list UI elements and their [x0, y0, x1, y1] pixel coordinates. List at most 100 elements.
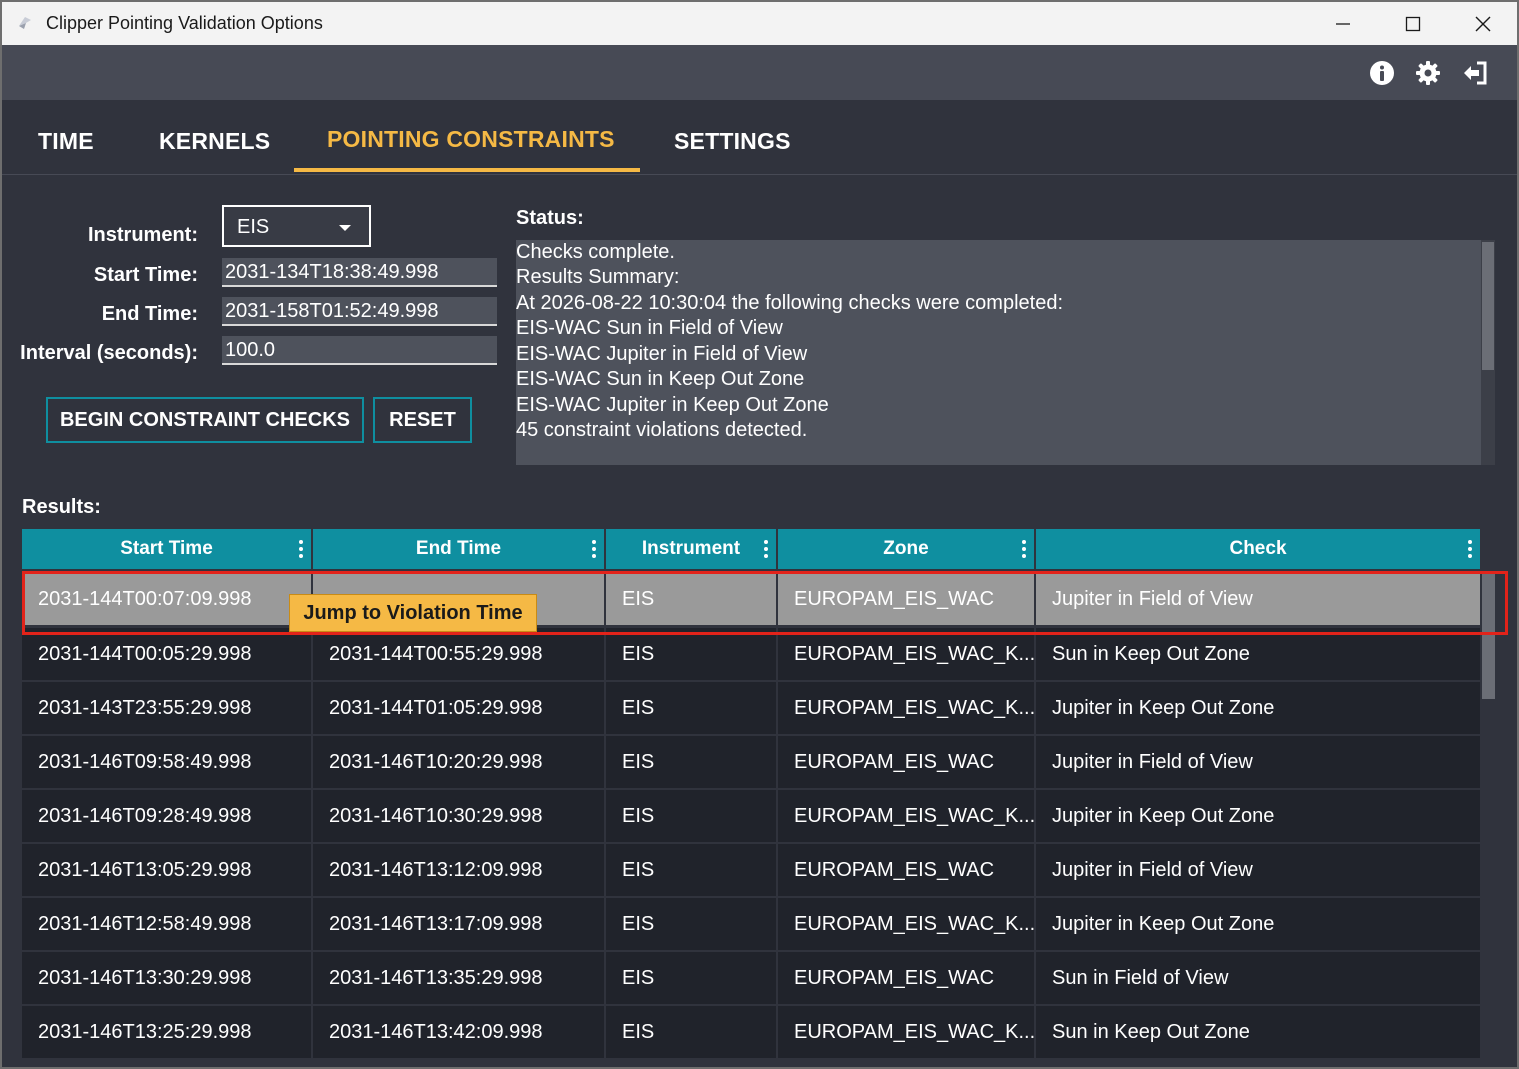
logout-button[interactable] [1461, 59, 1489, 87]
table-row[interactable]: 2031-146T13:30:29.998 2031-146T13:35:29.… [22, 952, 1480, 1004]
cell-zone[interactable]: EUROPAM_EIS_WAC_K... [778, 790, 1036, 842]
cell-zone[interactable]: EUROPAM_EIS_WAC_K... [778, 628, 1036, 680]
status-textarea[interactable]: Checks complete. Results Summary: At 202… [516, 240, 1495, 465]
cell-start-time[interactable]: 2031-146T12:58:49.998 [22, 898, 313, 950]
instrument-label: Instrument: [88, 224, 198, 246]
table-header: Start Time End Time Instrument Zone Chec… [22, 529, 1480, 569]
tab-settings[interactable]: SETTINGS [674, 128, 791, 155]
column-header-label: Zone [883, 538, 929, 559]
cell-instrument[interactable]: EIS [606, 898, 778, 950]
cell-end-time[interactable]: 2031-144T00:55:29.998 [313, 628, 606, 680]
cell-check[interactable]: Jupiter in Keep Out Zone [1036, 898, 1480, 950]
minimize-icon [1336, 22, 1350, 25]
column-menu-icon[interactable] [1022, 540, 1026, 558]
cell-check[interactable]: Jupiter in Keep Out Zone [1036, 790, 1480, 842]
cell-zone[interactable]: EUROPAM_EIS_WAC_K... [778, 682, 1036, 734]
cell-zone[interactable]: EUROPAM_EIS_WAC [778, 844, 1036, 896]
cell-instrument[interactable]: EIS [606, 736, 778, 788]
cell-check[interactable]: Jupiter in Field of View [1036, 736, 1480, 788]
table-row[interactable]: 2031-143T23:55:29.998 2031-144T01:05:29.… [22, 682, 1480, 734]
end-time-field[interactable]: 2031-158T01:52:49.998 [222, 297, 497, 326]
begin-constraint-checks-button[interactable]: BEGIN CONSTRAINT CHECKS [46, 397, 364, 443]
column-header-end-time[interactable]: End Time [313, 529, 606, 569]
status-line: EIS-WAC Sun in Keep Out Zone [516, 368, 805, 390]
table-row[interactable]: 2031-146T09:28:49.998 2031-146T10:30:29.… [22, 790, 1480, 842]
cell-start-time[interactable]: 2031-144T00:05:29.998 [22, 628, 313, 680]
table-row[interactable]: 2031-146T13:05:29.998 2031-146T13:12:09.… [22, 844, 1480, 896]
column-menu-icon[interactable] [299, 540, 303, 558]
column-header-zone[interactable]: Zone [778, 529, 1036, 569]
table-row-selected[interactable]: 2031-144T00:07:09.998 EIS EUROPAM_EIS_WA… [22, 573, 1480, 625]
column-menu-icon[interactable] [592, 540, 596, 558]
tab-time[interactable]: TIME [38, 128, 94, 155]
table-row[interactable]: 2031-144T00:05:29.998 2031-144T00:55:29.… [22, 628, 1480, 680]
results-label: Results: [22, 496, 101, 518]
cell-start-time[interactable]: 2031-146T09:28:49.998 [22, 790, 313, 842]
results-scrollbar-thumb[interactable] [1482, 573, 1495, 699]
cell-zone[interactable]: EUROPAM_EIS_WAC [778, 736, 1036, 788]
cell-end-time[interactable]: 2031-146T13:17:09.998 [313, 898, 606, 950]
cell-check[interactable]: Sun in Field of View [1036, 952, 1480, 1004]
cell-zone[interactable]: EUROPAM_EIS_WAC_K... [778, 898, 1036, 950]
instrument-dropdown[interactable]: EIS [222, 205, 371, 247]
cell-zone[interactable]: EUROPAM_EIS_WAC [778, 573, 1036, 625]
gear-icon [1416, 61, 1440, 85]
cell-instrument[interactable]: EIS [606, 682, 778, 734]
column-menu-icon[interactable] [764, 540, 768, 558]
interval-field[interactable]: 100.0 [222, 336, 497, 365]
start-time-field[interactable]: 2031-134T18:38:49.998 [222, 258, 497, 287]
cell-start-time[interactable]: 2031-144T00:07:09.998 [22, 573, 313, 625]
status-line: 45 constraint violations detected. [516, 419, 808, 441]
cell-end-time[interactable]: 2031-146T13:42:09.998 [313, 1006, 606, 1058]
cell-instrument[interactable]: EIS [606, 790, 778, 842]
table-row[interactable]: 2031-146T12:58:49.998 2031-146T13:17:09.… [22, 898, 1480, 950]
cell-instrument[interactable]: EIS [606, 573, 778, 625]
cell-instrument[interactable]: EIS [606, 628, 778, 680]
cell-instrument[interactable]: EIS [606, 1006, 778, 1058]
info-button[interactable] [1368, 59, 1396, 87]
cell-check[interactable]: Sun in Keep Out Zone [1036, 628, 1480, 680]
cell-check[interactable]: Jupiter in Keep Out Zone [1036, 682, 1480, 734]
app-icon [19, 17, 31, 29]
status-label: Status: [516, 207, 584, 229]
column-menu-icon[interactable] [1468, 540, 1472, 558]
column-header-instrument[interactable]: Instrument [606, 529, 778, 569]
cell-end-time[interactable]: 2031-146T13:12:09.998 [313, 844, 606, 896]
cell-start-time[interactable]: 2031-146T13:25:29.998 [22, 1006, 313, 1058]
cell-start-time[interactable]: 2031-146T09:58:49.998 [22, 736, 313, 788]
tab-pointing-constraints[interactable]: POINTING CONSTRAINTS [327, 126, 615, 153]
cell-instrument[interactable]: EIS [606, 844, 778, 896]
status-scrollbar[interactable] [1481, 240, 1495, 465]
cell-end-time[interactable]: 2031-146T13:35:29.998 [313, 952, 606, 1004]
status-scrollbar-thumb[interactable] [1482, 242, 1494, 370]
table-row[interactable]: 2031-146T09:58:49.998 2031-146T10:20:29.… [22, 736, 1480, 788]
tab-kernels[interactable]: KERNELS [159, 128, 270, 155]
reset-button[interactable]: RESET [373, 397, 472, 443]
cell-end-time[interactable]: 2031-146T10:30:29.998 [313, 790, 606, 842]
minimize-button[interactable] [1308, 2, 1378, 45]
maximize-button[interactable] [1378, 2, 1448, 45]
cell-start-time[interactable]: 2031-143T23:55:29.998 [22, 682, 313, 734]
logout-icon [1464, 61, 1487, 85]
status-line: EIS-WAC Jupiter in Keep Out Zone [516, 394, 829, 416]
cell-check[interactable]: Sun in Keep Out Zone [1036, 1006, 1480, 1058]
settings-button[interactable] [1414, 59, 1442, 87]
toolbar [2, 45, 1517, 100]
cell-zone[interactable]: EUROPAM_EIS_WAC [778, 952, 1036, 1004]
cell-check[interactable]: Jupiter in Field of View [1036, 573, 1480, 625]
status-line: EIS-WAC Jupiter in Field of View [516, 343, 808, 365]
cell-end-time[interactable]: 2031-144T01:05:29.998 [313, 682, 606, 734]
column-header-check[interactable]: Check [1036, 529, 1480, 569]
info-icon [1370, 61, 1394, 85]
close-button[interactable] [1448, 2, 1517, 45]
cell-instrument[interactable]: EIS [606, 952, 778, 1004]
jump-to-violation-tooltip[interactable]: Jump to Violation Time [289, 594, 537, 632]
cell-start-time[interactable]: 2031-146T13:05:29.998 [22, 844, 313, 896]
cell-start-time[interactable]: 2031-146T13:30:29.998 [22, 952, 313, 1004]
column-header-start-time[interactable]: Start Time [22, 529, 313, 569]
cell-zone[interactable]: EUROPAM_EIS_WAC_K... [778, 1006, 1036, 1058]
cell-end-time[interactable]: 2031-146T10:20:29.998 [313, 736, 606, 788]
active-tab-indicator [294, 168, 640, 172]
cell-check[interactable]: Jupiter in Field of View [1036, 844, 1480, 896]
table-row[interactable]: 2031-146T13:25:29.998 2031-146T13:42:09.… [22, 1006, 1480, 1058]
